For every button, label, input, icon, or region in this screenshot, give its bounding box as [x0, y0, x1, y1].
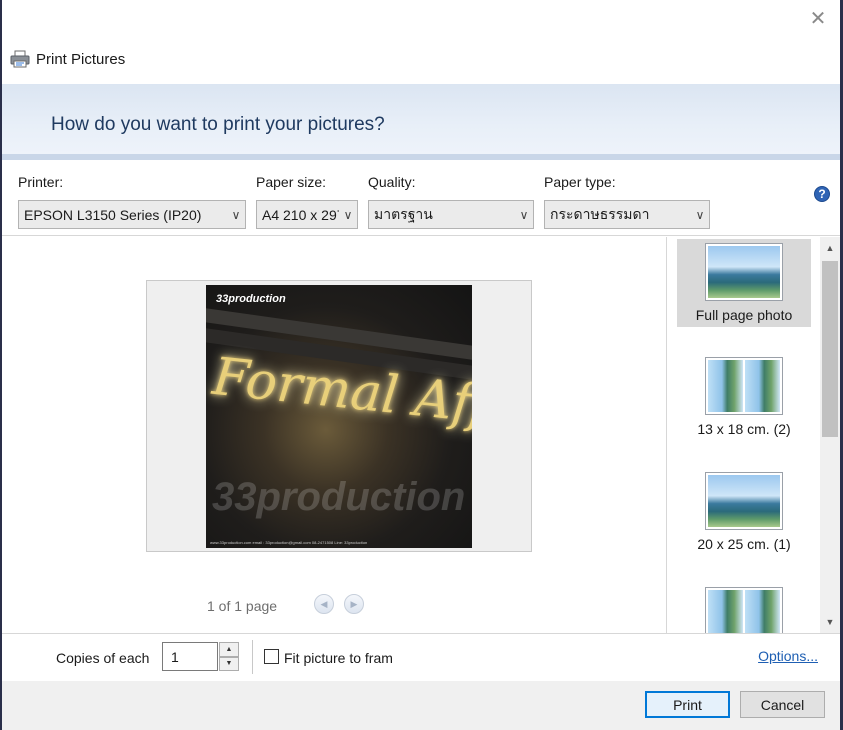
paper-type-label: Paper type: — [544, 174, 616, 190]
layout-item-13x18[interactable]: 13 x 18 cm. (2) — [677, 357, 811, 437]
print-preview-area: 33production Formal Affair 33production … — [2, 237, 666, 633]
print-settings-toolbar: Printer: EPSON L3150 Series (IP20) ∨ Pap… — [2, 166, 840, 236]
help-icon[interactable]: ? — [814, 186, 830, 202]
paper-type-select-value: กระดาษธรรมดา — [550, 205, 650, 222]
spin-up-button[interactable]: ▲ — [219, 642, 239, 657]
printer-select[interactable]: EPSON L3150 Series (IP20) ∨ — [18, 200, 246, 229]
scroll-up-button[interactable]: ▲ — [820, 239, 840, 257]
photo-watermark: 33production — [212, 475, 466, 519]
layout-thumbnail — [705, 243, 783, 301]
arrow-up-icon: ▲ — [225, 645, 233, 653]
chevron-down-icon: ∨ — [519, 207, 529, 222]
next-page-button[interactable]: ▶ — [344, 594, 364, 614]
chevron-down-icon: ∨ — [231, 207, 241, 222]
arrow-right-icon: ▶ — [350, 598, 358, 609]
layout-item-full-page[interactable]: Full page photo — [677, 239, 811, 327]
arrow-down-icon: ▼ — [225, 660, 233, 668]
options-link[interactable]: Options... — [758, 648, 818, 664]
page-counter: 1 of 1 page — [207, 598, 278, 614]
quality-select-value: มาตรฐาน — [374, 205, 433, 222]
page-heading: How do you want to print your pictures? — [51, 114, 385, 135]
layout-thumbnail — [705, 587, 783, 633]
paper-type-select[interactable]: กระดาษธรรมดา ∨ — [544, 200, 710, 229]
print-button[interactable]: Print — [645, 691, 730, 718]
preview-photo: 33production Formal Affair 33production … — [206, 285, 472, 548]
header-banner: How do you want to print your pictures? — [2, 84, 840, 160]
copies-value: 1 — [171, 648, 179, 665]
divider — [252, 640, 253, 674]
paper-size-select[interactable]: A4 210 x 297 ∨ — [256, 200, 358, 229]
paper-size-label: Paper size: — [256, 174, 327, 190]
chevron-down-icon: ∨ — [695, 207, 705, 222]
paper-size-select-value: A4 210 x 297 — [262, 206, 339, 223]
photo-logo: 33production — [216, 293, 286, 305]
window-title: Print Pictures — [36, 50, 126, 68]
fit-picture-checkbox[interactable] — [264, 649, 279, 664]
layout-item-20x25[interactable]: 20 x 25 cm. (1) — [677, 472, 811, 552]
copies-spinner: ▲ ▼ — [219, 642, 239, 671]
fit-picture-label[interactable]: Fit picture to fram — [284, 650, 393, 666]
arrow-up-icon: ▲ — [825, 243, 835, 253]
copies-bar: Copies of each 1 ▲ ▼ Fit picture to fram… — [2, 633, 840, 681]
title-bar: Print Pictures — [10, 46, 125, 72]
photo-footer-text: www.33production.com email : 33productio… — [210, 540, 368, 545]
quality-label: Quality: — [368, 174, 416, 190]
scroll-down-button[interactable]: ▼ — [820, 613, 840, 631]
printer-select-value: EPSON L3150 Series (IP20) — [24, 206, 202, 223]
close-icon: ✕ — [809, 8, 827, 30]
previous-page-button[interactable]: ◀ — [314, 594, 334, 614]
printer-icon — [10, 50, 30, 68]
dialog-footer: Print Cancel — [2, 681, 840, 730]
spin-down-button[interactable]: ▼ — [219, 656, 239, 671]
printer-label: Printer: — [18, 174, 64, 190]
layout-label: 20 x 25 cm. (1) — [697, 536, 791, 552]
layout-item-next[interactable] — [677, 587, 811, 633]
chevron-down-icon: ∨ — [343, 207, 353, 222]
close-button[interactable]: ✕ — [807, 8, 829, 30]
cancel-button[interactable]: Cancel — [740, 691, 825, 718]
layout-thumbnail — [705, 357, 783, 415]
layout-thumbnail — [705, 472, 783, 530]
arrow-left-icon: ◀ — [320, 598, 328, 609]
help-glyph: ? — [818, 187, 826, 201]
layout-list: Full page photo 13 x 18 cm. (2) 20 x 25 … — [666, 237, 820, 633]
preview-page: 33production Formal Affair 33production … — [146, 280, 532, 552]
layout-scrollbar[interactable]: ▲ ▼ — [820, 237, 840, 633]
quality-select[interactable]: มาตรฐาน ∨ — [368, 200, 534, 229]
copies-label: Copies of each — [56, 650, 150, 666]
scroll-thumb[interactable] — [822, 261, 838, 437]
copies-input[interactable]: 1 — [162, 642, 218, 671]
layout-label: 13 x 18 cm. (2) — [697, 421, 791, 437]
arrow-down-icon: ▼ — [825, 617, 835, 627]
layout-label: Full page photo — [695, 307, 793, 323]
